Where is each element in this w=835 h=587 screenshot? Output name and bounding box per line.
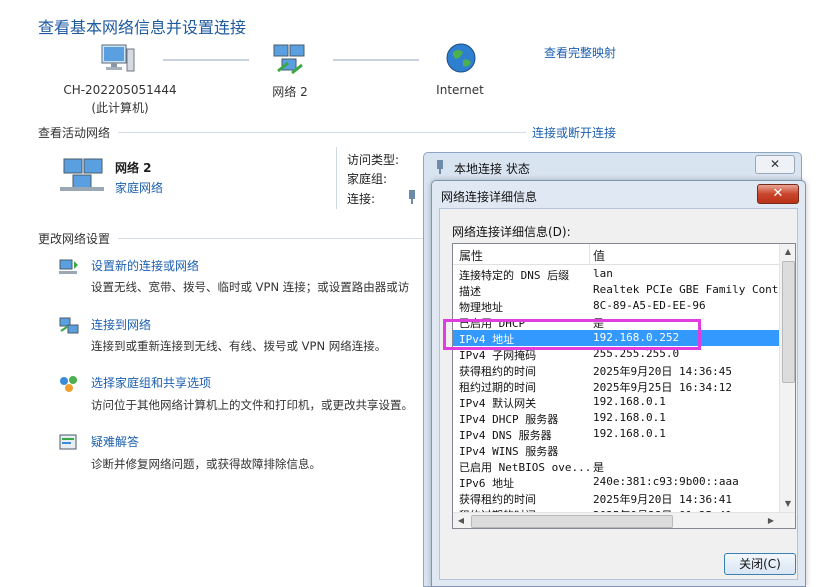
column-header-value[interactable]: 值 xyxy=(593,247,605,264)
homegroup-label: 家庭组: xyxy=(347,172,388,186)
scroll-left-icon[interactable]: ◀ xyxy=(453,513,469,528)
internet-label: Internet xyxy=(436,83,484,97)
details-list-label: 网络连接详细信息(D): xyxy=(452,225,571,239)
list-rows: 连接特定的 DNS 后缀 lan 描述 Realtek PCIe GBE Family… xyxy=(453,266,779,522)
detail-row[interactable]: IPv4 DHCP 服务器 192.168.0.1 xyxy=(453,410,779,426)
detail-value: 是 xyxy=(593,461,604,474)
vertical-scrollbar[interactable]: ▲ ▼ xyxy=(779,244,795,512)
ethernet-icon xyxy=(436,159,444,174)
detail-row[interactable]: 物理地址 8C-89-A5-ED-EE-96 xyxy=(453,298,779,314)
detail-value: 192.168.0.1 xyxy=(593,395,666,408)
detail-row[interactable]: IPv4 DNS 服务器 192.168.0.1 xyxy=(453,426,779,442)
task-desc: 访问位于其他网络计算机上的文件和打印机，或更改共享设置。 xyxy=(91,398,413,412)
detail-property: 物理地址 xyxy=(459,301,503,314)
detail-value: 192.168.0.1 xyxy=(593,411,666,424)
scroll-right-icon[interactable]: ▶ xyxy=(763,513,779,528)
active-network-icon xyxy=(60,157,106,193)
detail-row[interactable]: IPv4 默认网关 192.168.0.1 xyxy=(453,394,779,410)
detail-property: IPv6 地址 xyxy=(459,477,515,490)
column-header-property[interactable]: 属性 xyxy=(459,247,483,264)
detail-property: IPv4 默认网关 xyxy=(459,397,537,410)
active-network-name: 网络 2 xyxy=(115,161,152,175)
detail-value: 240e:381:c93:9b00::aaa xyxy=(593,475,739,488)
task-desc: 诊断并修复网络问题，或获得故障排除信息。 xyxy=(91,457,321,471)
detail-property: IPv4 DHCP 服务器 xyxy=(459,413,559,426)
task-setup-new-connection[interactable]: 设置新的连接或网络 xyxy=(91,257,199,274)
status-window-title: 本地连接 状态 xyxy=(454,162,530,176)
task-troubleshoot[interactable]: 疑难解答 xyxy=(91,433,139,450)
close-button[interactable]: 关闭(C) xyxy=(724,553,796,575)
access-type-label: 访问类型: xyxy=(347,153,400,167)
detail-property: 租约过期的时间 xyxy=(459,381,536,394)
detail-value: 192.168.0.1 xyxy=(593,427,666,440)
vertical-scroll-thumb[interactable] xyxy=(782,261,795,383)
map-connector xyxy=(163,59,249,61)
detail-value: Realtek PCIe GBE Family Contro xyxy=(593,283,779,296)
page-title: 查看基本网络信息并设置连接 xyxy=(38,18,247,37)
globe-icon xyxy=(445,42,477,74)
new-connection-icon xyxy=(58,257,80,277)
task-desc: 设置无线、宽带、拨号、临时或 VPN 连接；或设置路由器或访 xyxy=(91,280,410,294)
detail-row[interactable]: 租约过期的时间 2025年9月25日 16:34:12 xyxy=(453,378,779,394)
scroll-down-icon[interactable]: ▼ xyxy=(780,496,795,512)
troubleshoot-icon xyxy=(58,433,80,453)
details-body: 网络连接详细信息(D): 属性 值 连接特定的 DNS 后缀 lan 描述 Realt… xyxy=(439,208,798,580)
detail-row[interactable]: 获得租约的时间 2025年9月20日 14:36:45 xyxy=(453,362,779,378)
task-desc: 连接到或重新连接到无线、有线、拨号或 VPN 网络连接。 xyxy=(91,339,387,353)
active-networks-title: 查看活动网络 xyxy=(38,126,111,140)
horizontal-scrollbar[interactable]: ◀ ▶ xyxy=(453,512,795,528)
list-header: 属性 值 xyxy=(453,244,779,265)
detail-row[interactable]: 获得租约的时间 2025年9月20日 14:36:41 xyxy=(453,490,779,506)
task-homegroup-sharing[interactable]: 选择家庭组和共享选项 xyxy=(91,374,211,391)
network-type-link[interactable]: 家庭网络 xyxy=(115,179,163,196)
detail-value: 2025年9月20日 14:36:41 xyxy=(593,493,732,506)
detail-property: 连接特定的 DNS 后缀 xyxy=(459,269,570,282)
vertical-divider xyxy=(336,147,337,209)
detail-row[interactable]: IPv6 地址 240e:381:c93:9b00::aaa xyxy=(453,474,779,490)
horizontal-scroll-thumb[interactable] xyxy=(471,515,673,528)
detail-row[interactable]: IPv4 WINS 服务器 xyxy=(453,442,779,458)
details-dialog-title: 网络连接详细信息 xyxy=(441,190,538,204)
scroll-up-icon[interactable]: ▲ xyxy=(780,244,795,260)
detail-value: 2025年9月20日 14:36:45 xyxy=(593,365,732,378)
view-full-map-link[interactable]: 查看完整映射 xyxy=(544,44,616,61)
detail-value: 8C-89-A5-ED-EE-96 xyxy=(593,299,706,312)
detail-row[interactable]: 描述 Realtek PCIe GBE Family Contro xyxy=(453,282,779,298)
detail-property: IPv4 WINS 服务器 xyxy=(459,445,559,458)
detail-value: 2025年9月25日 16:34:12 xyxy=(593,381,732,394)
status-close-button[interactable]: ✕ xyxy=(755,155,795,174)
detail-property: 描述 xyxy=(459,285,481,298)
map-connector xyxy=(333,59,419,61)
connection-label: 连接: xyxy=(347,192,376,206)
network-name: 网络 2 xyxy=(272,85,308,99)
computer-icon xyxy=(100,43,136,75)
detail-property: 已启用 NetBIOS ove... xyxy=(459,461,591,474)
detail-property: 获得租约的时间 xyxy=(459,493,536,506)
detail-property: 获得租约的时间 xyxy=(459,365,536,378)
annotation-highlight-box xyxy=(443,319,701,350)
connect-disconnect-link[interactable]: 连接或断开连接 xyxy=(532,124,616,141)
detail-property: IPv4 DNS 服务器 xyxy=(459,429,552,442)
computer-sub: (此计算机) xyxy=(91,101,149,115)
network-icon xyxy=(272,43,308,77)
detail-row[interactable]: 连接特定的 DNS 后缀 lan xyxy=(453,266,779,282)
section-divider xyxy=(118,238,423,239)
section-divider xyxy=(118,132,526,133)
detail-value: lan xyxy=(593,267,613,280)
connect-network-icon xyxy=(58,316,80,336)
ethernet-icon[interactable] xyxy=(408,189,416,204)
connection-details-dialog: 网络连接详细信息 ✕ 网络连接详细信息(D): 属性 值 连接特定的 DNS 后… xyxy=(431,180,806,587)
column-separator[interactable] xyxy=(589,244,590,264)
detail-row[interactable]: 已启用 NetBIOS ove... 是 xyxy=(453,458,779,474)
homegroup-icon xyxy=(58,374,80,394)
details-list[interactable]: 属性 值 连接特定的 DNS 后缀 lan 描述 Realtek PCIe GBE F… xyxy=(452,243,796,529)
task-connect-to-network[interactable]: 连接到网络 xyxy=(91,316,151,333)
computer-name: CH-202205051444 xyxy=(63,83,177,97)
change-settings-title: 更改网络设置 xyxy=(38,232,111,246)
details-close-button[interactable]: ✕ xyxy=(757,184,799,204)
